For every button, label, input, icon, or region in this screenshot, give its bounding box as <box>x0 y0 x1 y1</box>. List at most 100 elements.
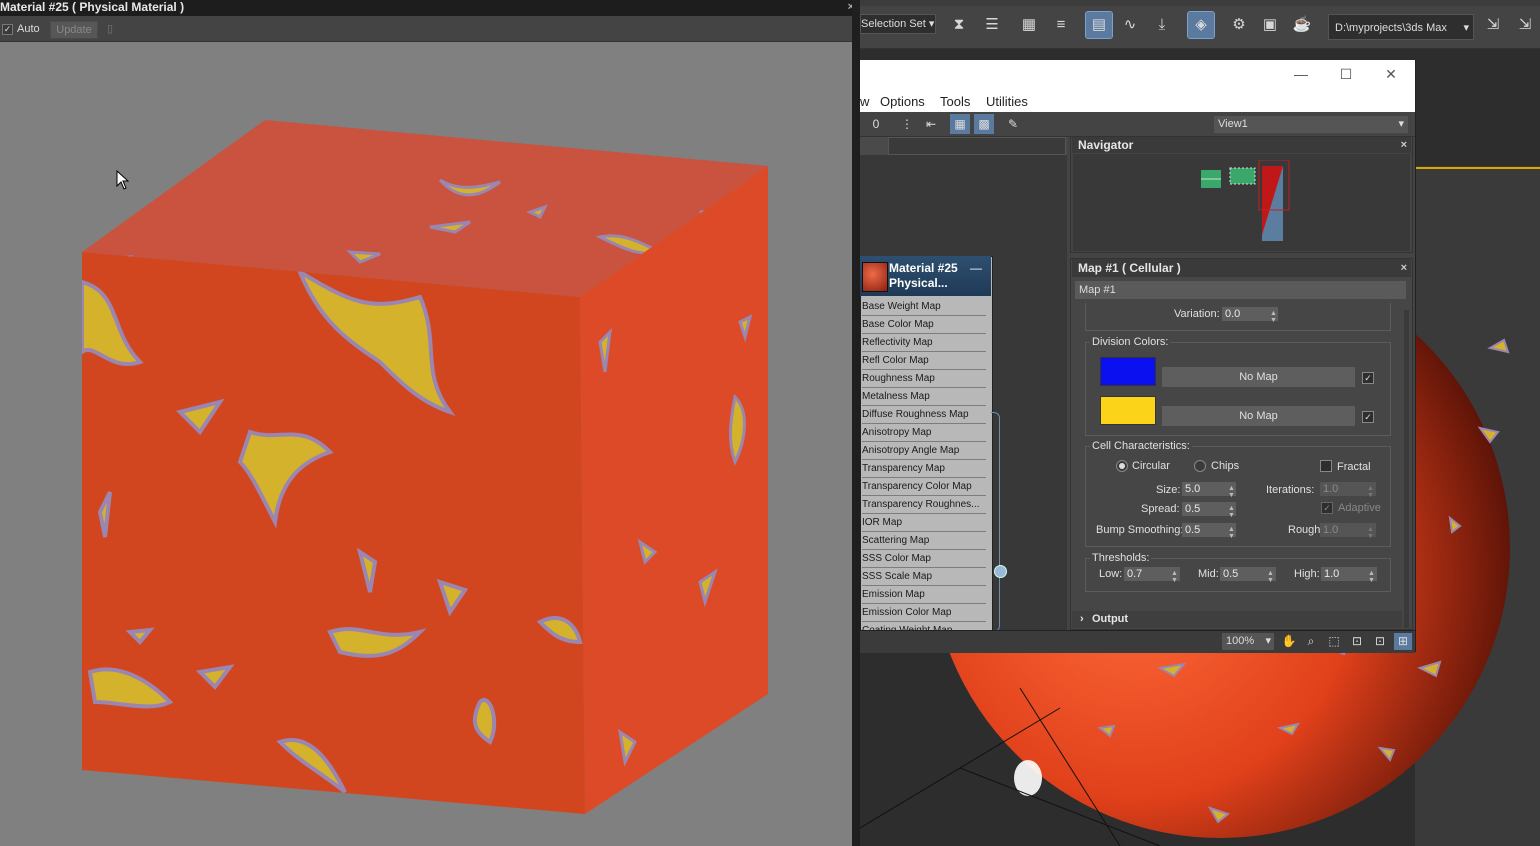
view-tab[interactable] <box>888 137 1066 155</box>
slot-reflectivity-map[interactable]: Reflectivity Map <box>862 334 986 352</box>
size-label: Size: <box>1156 484 1181 496</box>
curve-editor-icon[interactable]: ∿ <box>1117 12 1143 38</box>
iterations-spin-arrows[interactable]: ▲ ▼ <box>1367 485 1374 499</box>
preview-render-cube[interactable] <box>0 42 858 846</box>
render-setup-icon[interactable]: ⚙ <box>1226 12 1252 38</box>
zoom-extents-icon[interactable]: ⊡ <box>1348 633 1366 650</box>
iterations-label: Iterations: <box>1266 484 1315 496</box>
fractal-checkbox[interactable] <box>1320 460 1332 472</box>
slot-ior-map[interactable]: IOR Map <box>862 514 986 532</box>
menu-tools[interactable]: Tools <box>940 94 970 109</box>
division-colors-label: Division Colors: <box>1090 336 1171 348</box>
ribbon-toggle-icon[interactable]: ▤ <box>1085 11 1113 39</box>
slot-anisotropy-map[interactable]: Anisotropy Map <box>862 424 986 442</box>
division-color-2-map-checkbox[interactable]: ✓ <box>1362 411 1374 423</box>
collapse-node-icon[interactable]: — <box>970 261 982 275</box>
menu-view[interactable]: w <box>860 94 869 109</box>
variation-spin-arrows[interactable]: ▲ ▼ <box>1270 310 1277 324</box>
navigator-minimap[interactable] <box>1195 160 1295 245</box>
show-background-icon[interactable]: ▩ <box>974 114 994 134</box>
chips-label: Chips <box>1211 460 1240 472</box>
material-id-icon[interactable]: 0 <box>866 114 886 134</box>
bump-smoothing-spin-arrows[interactable]: ▲ ▼ <box>1228 526 1235 540</box>
auto-checkbox[interactable]: ✓ <box>2 24 13 35</box>
layer-explorer-icon[interactable]: ≡ <box>1048 12 1074 38</box>
rollout-expand-icon: › <box>1080 613 1084 625</box>
slot-base-weight-map[interactable]: Base Weight Map <box>862 298 986 316</box>
project-path-text: D:\myprojects\3ds Max <box>1335 22 1447 34</box>
maximize-icon[interactable]: ☐ <box>1333 66 1359 84</box>
window-divider <box>852 0 860 846</box>
mirror-icon[interactable]: ⧗ <box>946 12 972 38</box>
adaptive-checkbox[interactable]: ✓ <box>1321 502 1333 514</box>
select-by-material-icon[interactable]: ✎ <box>1003 114 1023 134</box>
slot-diffuse-roughness-map[interactable]: Diffuse Roughness Map <box>862 406 986 424</box>
parameter-scrollbar[interactable] <box>1404 310 1409 628</box>
schematic-view-icon[interactable]: ⤓ <box>1149 12 1175 38</box>
slot-transparency-roughness-map[interactable]: Transparency Roughnes... <box>862 496 986 514</box>
slot-transparency-color-map[interactable]: Transparency Color Map <box>862 478 986 496</box>
navigator-close-icon[interactable]: × <box>1401 137 1407 153</box>
spread-label: Spread: <box>1141 503 1180 515</box>
move-children-icon[interactable]: ⋮ <box>897 114 917 134</box>
material-editor-icon[interactable]: ◈ <box>1187 11 1215 39</box>
division-color-1-swatch[interactable] <box>1100 357 1156 386</box>
view-selector-dropdown[interactable]: View1 ▾ <box>1214 116 1408 133</box>
slot-roughness-map[interactable]: Roughness Map <box>862 370 986 388</box>
menu-options[interactable]: Options <box>880 94 925 109</box>
slot-emission-map[interactable]: Emission Map <box>862 586 986 604</box>
slot-base-color-map[interactable]: Base Color Map <box>862 316 986 334</box>
slot-anisotropy-angle-map[interactable]: Anisotropy Angle Map <box>862 442 986 460</box>
project-settings-icon[interactable]: ⇲ <box>1512 12 1538 38</box>
slate-title-bar <box>860 60 1415 90</box>
slot-scattering-map[interactable]: Scattering Map <box>862 532 986 550</box>
layout-icon[interactable]: ⇤ <box>921 114 941 134</box>
size-spin-arrows[interactable]: ▲ ▼ <box>1228 485 1235 499</box>
circular-radio[interactable] <box>1116 460 1128 472</box>
slot-transparency-map[interactable]: Transparency Map <box>862 460 986 478</box>
pan-hand-icon[interactable]: ✋ <box>1280 633 1298 650</box>
division-color-1-map-checkbox[interactable]: ✓ <box>1362 372 1374 384</box>
parameter-close-icon[interactable]: × <box>1401 259 1407 277</box>
roughness-spin-arrows[interactable]: ▲ ▼ <box>1367 526 1374 540</box>
slot-metalness-map[interactable]: Metalness Map <box>862 388 986 406</box>
map-name-field[interactable]: Map #1 <box>1075 281 1406 299</box>
navigator-title-bar: Navigator × <box>1072 137 1411 153</box>
high-spin-arrows[interactable]: ▲ ▼ <box>1368 570 1375 584</box>
pan-to-selected-icon[interactable]: ⊞ <box>1394 633 1412 650</box>
project-path-dropdown[interactable]: D:\myprojects\3ds Max ▾ <box>1328 14 1474 40</box>
material-node-title: Material #25 Physical... <box>889 261 958 291</box>
rendered-frame-icon[interactable]: ▣ <box>1257 12 1283 38</box>
menu-utilities[interactable]: Utilities <box>986 94 1028 109</box>
project-folder-icon[interactable]: ⇲ <box>1480 12 1506 38</box>
chips-radio[interactable] <box>1194 460 1206 472</box>
scene-explorer-icon[interactable]: ▦ <box>1016 12 1042 38</box>
material-thumbnail <box>862 262 888 292</box>
mid-label: Mid: <box>1198 568 1219 580</box>
minimize-icon[interactable]: — <box>1288 66 1314 84</box>
mid-spin-arrows[interactable]: ▲ ▼ <box>1267 570 1274 584</box>
show-shaded-icon[interactable]: ▦ <box>950 114 970 134</box>
align-icon[interactable]: ☰ <box>979 12 1005 38</box>
output-rollout[interactable]: › Output <box>1072 611 1402 628</box>
slot-emission-color-map[interactable]: Emission Color Map <box>862 604 986 622</box>
output-socket[interactable] <box>994 565 1007 578</box>
update-button[interactable]: Update <box>50 21 98 39</box>
zoom-icon[interactable]: ⌕ <box>1302 633 1320 650</box>
low-spin-arrows[interactable]: ▲ ▼ <box>1171 570 1178 584</box>
slot-sss-scale-map[interactable]: SSS Scale Map <box>862 568 986 586</box>
zoom-dropdown[interactable]: 100% ▾ <box>1222 633 1274 650</box>
close-icon[interactable]: ✕ <box>1378 66 1404 84</box>
zoom-extents-selected-icon[interactable]: ⊡ <box>1371 633 1389 650</box>
slot-sss-color-map[interactable]: SSS Color Map <box>862 550 986 568</box>
selection-set-dropdown[interactable]: Selection Set ▾ <box>860 14 936 34</box>
spread-spin-arrows[interactable]: ▲ ▼ <box>1228 505 1235 519</box>
render-teapot-icon[interactable]: ☕ <box>1289 12 1315 38</box>
zoom-region-icon[interactable]: ⬚ <box>1325 633 1343 650</box>
division-color-2-map-button[interactable]: No Map <box>1162 406 1355 426</box>
slot-refl-color-map[interactable]: Refl Color Map <box>862 352 986 370</box>
lock-icon[interactable]: ▯ <box>107 22 119 35</box>
low-label: Low: <box>1099 568 1123 580</box>
division-color-2-swatch[interactable] <box>1100 396 1156 425</box>
division-color-1-map-button[interactable]: No Map <box>1162 367 1355 387</box>
